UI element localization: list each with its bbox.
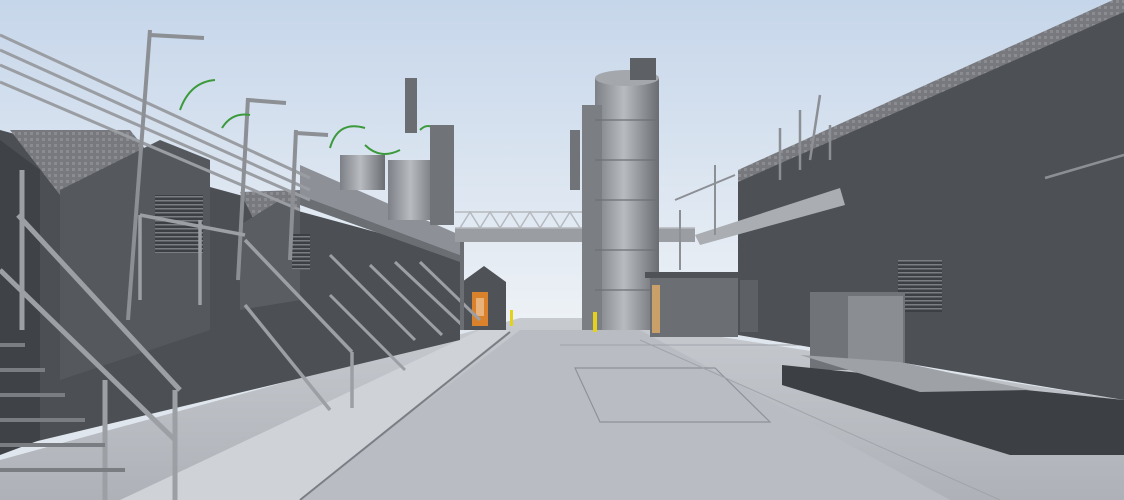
shed-door <box>652 285 660 333</box>
silo-cap-box <box>630 58 656 80</box>
orange-door-panel <box>476 298 484 316</box>
silo-ladder <box>570 130 580 190</box>
antenna-mast <box>405 78 417 133</box>
industrial-plant-scene <box>0 0 1124 500</box>
shed <box>650 275 738 337</box>
silo-main <box>595 78 659 330</box>
silo-secondary <box>582 105 602 330</box>
left-tank-tower <box>430 125 454 225</box>
right-side-door <box>740 280 758 332</box>
shed-roof <box>645 272 741 278</box>
vent-louver <box>292 234 310 270</box>
yellow-bollard <box>510 310 513 326</box>
right-door <box>848 296 903 366</box>
left-tank <box>340 155 385 190</box>
yellow-bollard <box>593 312 597 332</box>
